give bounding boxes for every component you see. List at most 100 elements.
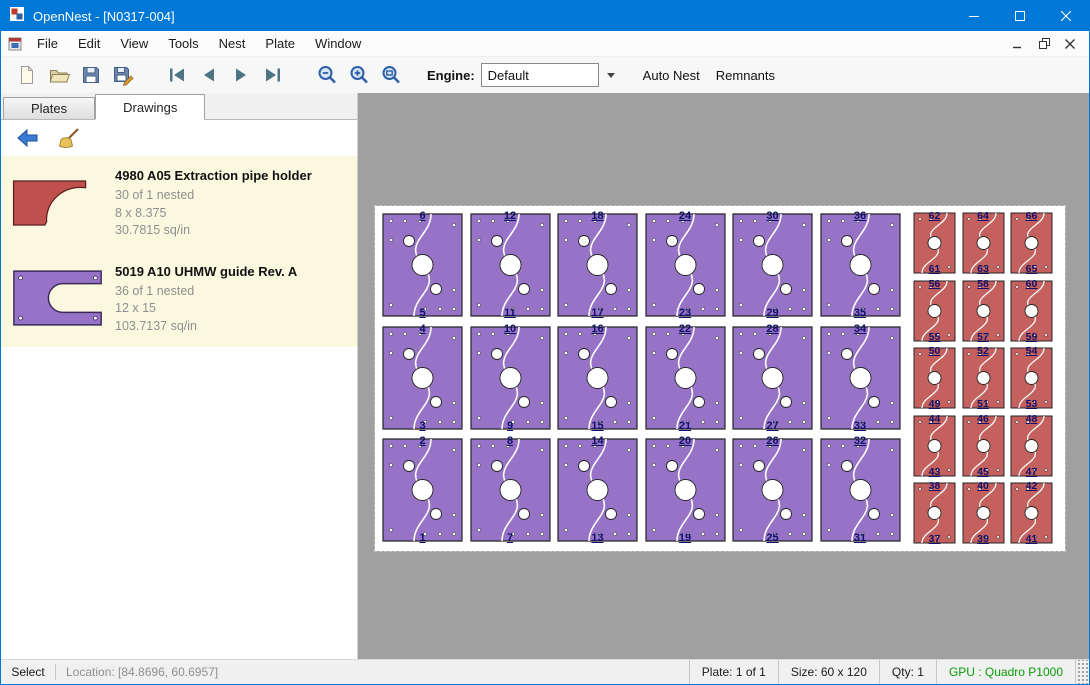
menu-file[interactable]: File xyxy=(27,31,68,56)
purple-part-pair[interactable]: 21 xyxy=(379,435,466,545)
red-part-pair[interactable]: 6665 xyxy=(1008,210,1055,276)
purple-part-pair[interactable]: 109 xyxy=(467,323,554,433)
menu-tools[interactable]: Tools xyxy=(158,31,208,56)
red-part-pair[interactable]: 5655 xyxy=(911,278,958,344)
purple-part-pair[interactable]: 2221 xyxy=(642,323,729,433)
red-part-pair[interactable]: 4847 xyxy=(1008,413,1055,479)
purple-part-pair[interactable]: 3635 xyxy=(817,210,904,320)
status-bar: Select Location: [84.8696, 60.6957] Plat… xyxy=(1,659,1089,684)
part-pair-shape xyxy=(554,435,641,545)
part-pair-shape xyxy=(379,323,466,433)
red-part-pair[interactable]: 3837 xyxy=(911,480,958,546)
drawing-item-uhmw-guide[interactable]: 5019 A10 UHMW guide Rev. A 36 of 1 neste… xyxy=(1,252,357,348)
status-qty: Qty: 1 xyxy=(879,660,936,684)
mdi-restore-button[interactable] xyxy=(1033,35,1055,53)
red-part-pair[interactable]: 5453 xyxy=(1008,345,1055,411)
mdi-document-icon xyxy=(7,36,23,52)
red-part-pair[interactable]: 6463 xyxy=(960,210,1007,276)
open-button[interactable] xyxy=(44,60,74,90)
engine-select[interactable]: Default xyxy=(481,63,599,87)
red-part-pair[interactable]: 4039 xyxy=(960,480,1007,546)
part-pair-shape xyxy=(911,278,958,344)
zoom-in-icon xyxy=(348,64,370,86)
red-part-pair[interactable]: 4645 xyxy=(960,413,1007,479)
part-pair-shape xyxy=(817,435,904,545)
status-gpu: GPU : Quadro P1000 xyxy=(936,660,1075,684)
previous-plate-button[interactable] xyxy=(194,60,224,90)
part-pair-shape xyxy=(960,278,1007,344)
nest-canvas[interactable]: 6512111817242330293635431091615222128273… xyxy=(358,93,1089,659)
menu-nest[interactable]: Nest xyxy=(209,31,256,56)
tab-plates[interactable]: Plates xyxy=(3,97,95,119)
clear-button[interactable] xyxy=(55,124,85,152)
close-button[interactable] xyxy=(1043,1,1089,31)
part-pair-shape xyxy=(379,210,466,320)
purple-part-pair[interactable]: 3231 xyxy=(817,435,904,545)
red-part-pair[interactable]: 6261 xyxy=(911,210,958,276)
purple-part-pair[interactable]: 43 xyxy=(379,323,466,433)
add-to-nest-button[interactable] xyxy=(13,124,43,152)
plate[interactable]: 6512111817242330293635431091615222128273… xyxy=(375,206,1065,551)
part-pair-shape xyxy=(911,345,958,411)
part-pair-shape xyxy=(729,435,816,545)
red-part-pair[interactable]: 5049 xyxy=(911,345,958,411)
menu-view[interactable]: View xyxy=(110,31,158,56)
red-part-pair[interactable]: 4241 xyxy=(1008,480,1055,546)
part-pair-shape xyxy=(467,210,554,320)
main-toolbar: Engine: Default Auto Nest Remnants xyxy=(1,57,1089,93)
first-plate-button[interactable] xyxy=(162,60,192,90)
next-plate-button[interactable] xyxy=(226,60,256,90)
drawing-list: 4980 A05 Extraction pipe holder 30 of 1 … xyxy=(1,156,357,659)
purple-part-pair[interactable]: 1615 xyxy=(554,323,641,433)
mdi-close-button[interactable] xyxy=(1059,35,1081,53)
red-part-pair[interactable]: 5857 xyxy=(960,278,1007,344)
title-bar: OpenNest - [N0317-004] xyxy=(1,1,1089,31)
red-part-pair[interactable]: 5251 xyxy=(960,345,1007,411)
part-pair-shape xyxy=(960,210,1007,276)
mdi-minimize-button[interactable] xyxy=(1007,35,1029,53)
auto-nest-button[interactable]: Auto Nest xyxy=(637,64,706,87)
new-button[interactable] xyxy=(12,60,42,90)
purple-part-pair[interactable]: 1817 xyxy=(554,210,641,320)
maximize-button[interactable] xyxy=(997,1,1043,31)
resize-grip[interactable] xyxy=(1075,660,1089,684)
zoom-in-button[interactable] xyxy=(344,60,374,90)
save-as-button[interactable] xyxy=(108,60,138,90)
purple-part-pair[interactable]: 87 xyxy=(467,435,554,545)
part-pair-shape xyxy=(911,210,958,276)
zoom-out-icon xyxy=(316,64,338,86)
red-part-pair[interactable]: 4443 xyxy=(911,413,958,479)
purple-part-pair[interactable]: 3433 xyxy=(817,323,904,433)
tab-drawings[interactable]: Drawings xyxy=(95,94,205,120)
purple-part-pair[interactable]: 2423 xyxy=(642,210,729,320)
minimize-button[interactable] xyxy=(951,1,997,31)
part-pair-shape xyxy=(729,210,816,320)
drawing-size: 8 x 8.375 xyxy=(115,205,312,223)
part-thumbnail-red xyxy=(11,166,109,240)
drawing-name: 5019 A10 UHMW guide Rev. A xyxy=(115,264,297,279)
menu-edit[interactable]: Edit xyxy=(68,31,110,56)
remnants-button[interactable]: Remnants xyxy=(710,64,781,87)
menu-window[interactable]: Window xyxy=(305,31,371,56)
save-button[interactable] xyxy=(76,60,106,90)
zoom-fit-button[interactable] xyxy=(376,60,406,90)
purple-part-pair[interactable]: 2827 xyxy=(729,323,816,433)
purple-part-pair[interactable]: 2019 xyxy=(642,435,729,545)
engine-dropdown-button[interactable] xyxy=(603,63,619,87)
zoom-out-button[interactable] xyxy=(312,60,342,90)
drawing-name: 4980 A05 Extraction pipe holder xyxy=(115,168,312,183)
save-as-icon xyxy=(112,64,134,86)
part-pair-shape xyxy=(1008,210,1055,276)
red-part-pair[interactable]: 6059 xyxy=(1008,278,1055,344)
purple-part-pair[interactable]: 2625 xyxy=(729,435,816,545)
purple-part-pair[interactable]: 3029 xyxy=(729,210,816,320)
app-window: OpenNest - [N0317-004] FileEditViewTools… xyxy=(0,0,1090,685)
purple-part-pair[interactable]: 1413 xyxy=(554,435,641,545)
drawing-item-extraction-pipe-holder[interactable]: 4980 A05 Extraction pipe holder 30 of 1 … xyxy=(1,156,357,252)
part-thumbnail-purple xyxy=(11,262,109,336)
last-plate-button[interactable] xyxy=(258,60,288,90)
purple-part-pair[interactable]: 1211 xyxy=(467,210,554,320)
purple-part-pair[interactable]: 65 xyxy=(379,210,466,320)
menu-plate[interactable]: Plate xyxy=(255,31,305,56)
new-file-icon xyxy=(16,64,38,86)
